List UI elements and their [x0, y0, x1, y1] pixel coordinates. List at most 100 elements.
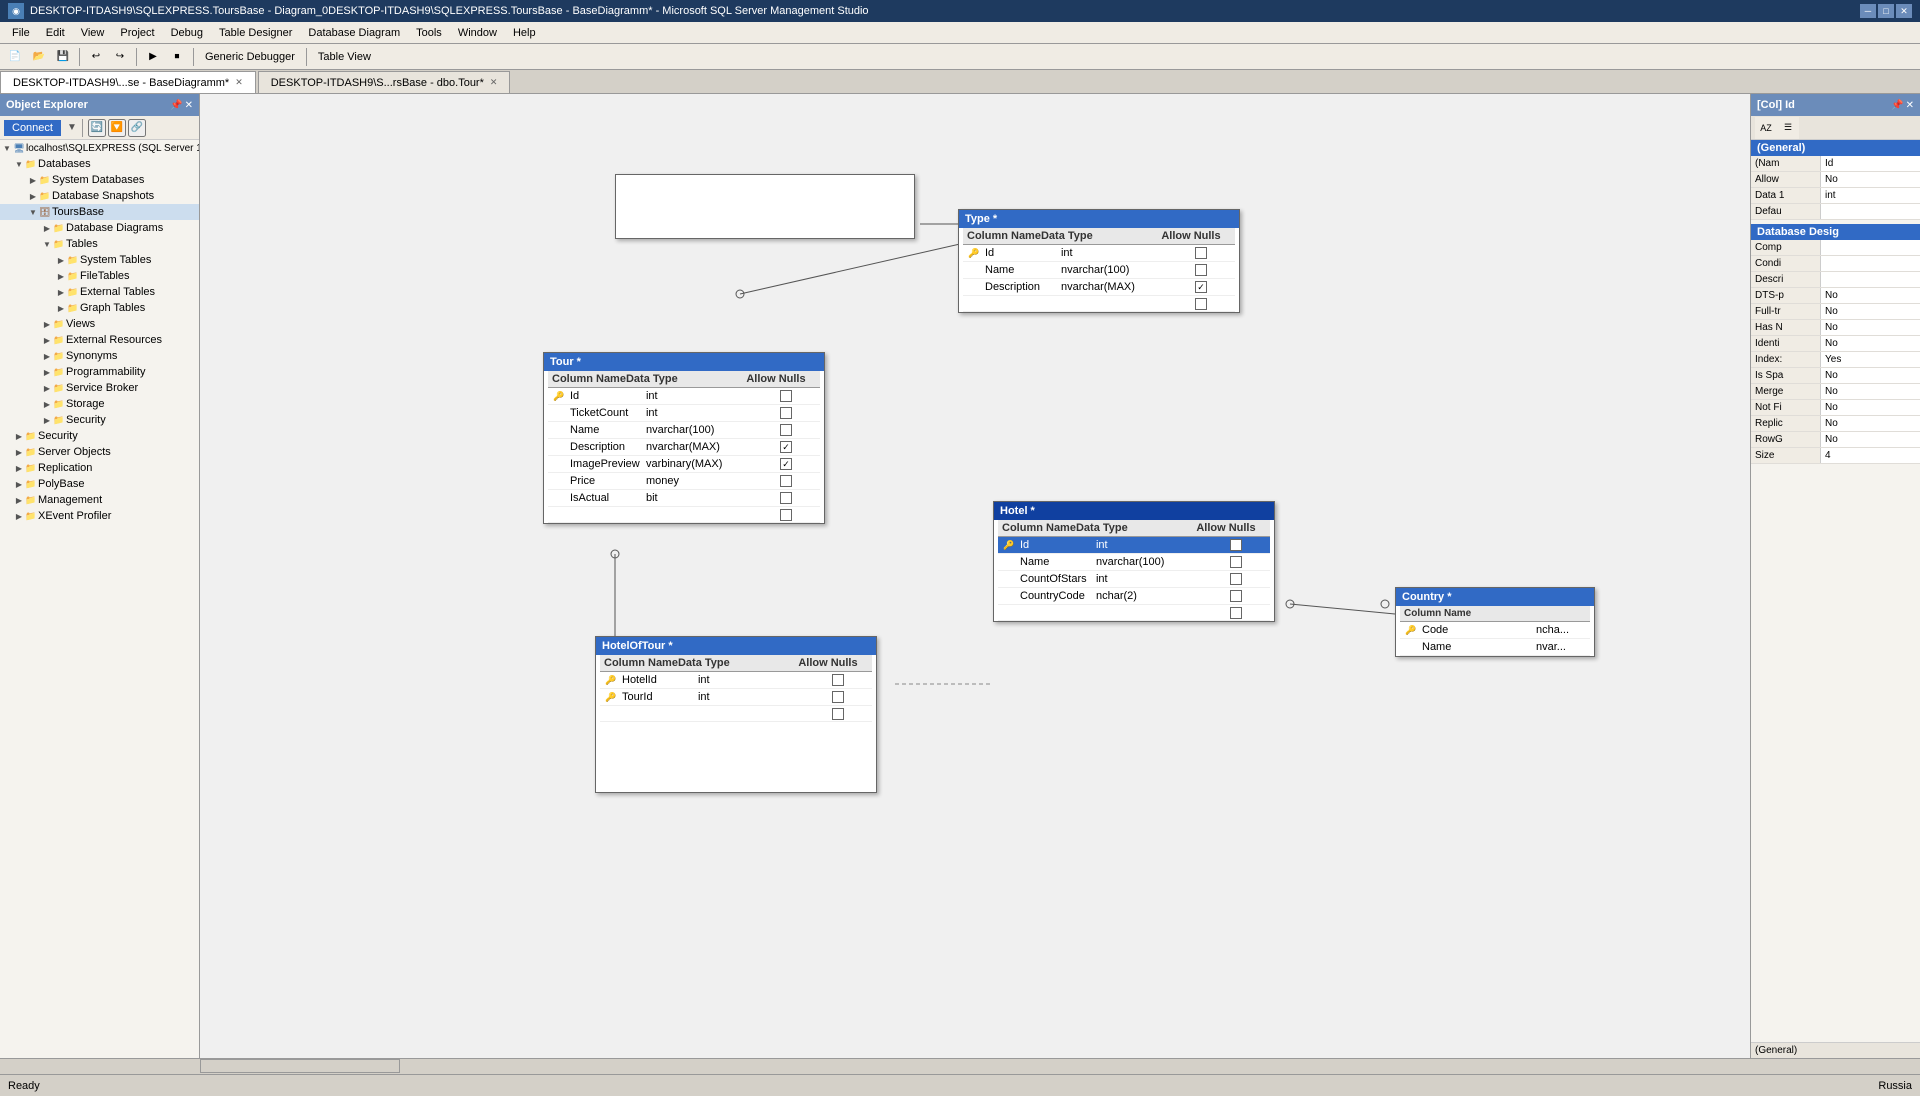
hoteloftour-row-tourid[interactable]: 🔑 TourId int: [600, 689, 872, 706]
hoteloftour-hotelid-checkbox[interactable]: [832, 674, 844, 686]
tree-item-synonyms[interactable]: ▶ 📁 Synonyms: [0, 348, 199, 364]
tree-item-db-diagrams[interactable]: ▶ 📁 Database Diagrams: [0, 220, 199, 236]
maximize-btn[interactable]: □: [1878, 4, 1894, 18]
unnamed-table[interactable]: [615, 174, 915, 239]
hoteloftour-empty-checkbox[interactable]: [832, 708, 844, 720]
tree-item-xevent[interactable]: ▶ 📁 XEvent Profiler: [0, 508, 199, 524]
tb-execute[interactable]: ▶: [142, 46, 164, 68]
tb-open[interactable]: 📂: [28, 46, 50, 68]
h-scrollbar[interactable]: [0, 1058, 1920, 1074]
prop-pin-btn[interactable]: 📌: [1891, 100, 1903, 111]
hoteloftour-table[interactable]: HotelOfTour * Column Name Data Type Allo…: [595, 636, 877, 793]
oe-tree[interactable]: ▼ 🖥 localhost\SQLEXPRESS (SQL Server 14.…: [0, 140, 199, 1058]
tree-item-databases[interactable]: ▼ 📁 Databases: [0, 156, 199, 172]
tour-row-ticketcount[interactable]: TicketCount int: [548, 405, 820, 422]
tour-row-imagepreview[interactable]: ImagePreview varbinary(MAX): [548, 456, 820, 473]
type-desc-checkbox[interactable]: [1195, 281, 1207, 293]
type-table[interactable]: Type * Column Name Data Type Allow Nulls…: [958, 209, 1240, 313]
tour-imagepreview-checkbox[interactable]: [780, 458, 792, 470]
tab-tour-close[interactable]: ✕: [490, 77, 498, 88]
tour-row-name[interactable]: Name nvarchar(100): [548, 422, 820, 439]
tb-save[interactable]: 💾: [52, 46, 74, 68]
menu-view[interactable]: View: [73, 25, 113, 41]
type-empty-checkbox[interactable]: [1195, 298, 1207, 310]
oe-connect-btn[interactable]: Connect: [4, 120, 61, 136]
hoteloftour-row-hotelid[interactable]: 🔑 HotelId int: [600, 672, 872, 689]
menu-window[interactable]: Window: [450, 25, 505, 41]
type-row-id[interactable]: 🔑 Id int: [963, 245, 1235, 262]
tree-item-programmability[interactable]: ▶ 📁 Programmability: [0, 364, 199, 380]
prop-dbdesign-header[interactable]: Database Desig: [1751, 224, 1920, 240]
tree-item-views[interactable]: ▶ 📁 Views: [0, 316, 199, 332]
type-name-checkbox[interactable]: [1195, 264, 1207, 276]
hotel-row-name[interactable]: Name nvarchar(100): [998, 554, 1270, 571]
oe-sync-btn[interactable]: 🔗: [128, 119, 146, 137]
tree-item-toursbase[interactable]: ▼ 🗄 ToursBase: [0, 204, 199, 220]
tree-item-polybase[interactable]: ▶ 📁 PolyBase: [0, 476, 199, 492]
minimize-btn[interactable]: ─: [1860, 4, 1876, 18]
tree-item-sys-tables[interactable]: ▶ 📁 System Tables: [0, 252, 199, 268]
tour-row-isactual[interactable]: IsActual bit: [548, 490, 820, 507]
oe-close-btn[interactable]: ✕: [185, 100, 193, 111]
country-table[interactable]: Country * Column Name 🔑 Code ncha... Nam…: [1395, 587, 1595, 657]
tree-item-service-broker[interactable]: ▶ 📁 Service Broker: [0, 380, 199, 396]
menu-file[interactable]: File: [4, 25, 38, 41]
hotel-name-checkbox[interactable]: [1230, 556, 1242, 568]
menu-edit[interactable]: Edit: [38, 25, 73, 41]
tree-item-filetables[interactable]: ▶ 📁 FileTables: [0, 268, 199, 284]
tour-name-checkbox[interactable]: [780, 424, 792, 436]
h-scrollbar-thumb[interactable]: [200, 1059, 400, 1073]
hotel-row-id[interactable]: 🔑 Id int: [998, 537, 1270, 554]
menu-help[interactable]: Help: [505, 25, 544, 41]
tab-tour[interactable]: DESKTOP-ITDASH9\S...rsBase - dbo.Tour* ✕: [258, 71, 511, 93]
tab-diagram[interactable]: DESKTOP-ITDASH9\...se - BaseDiagramm* ✕: [0, 71, 256, 93]
hotel-row-countrycode[interactable]: CountryCode nchar(2): [998, 588, 1270, 605]
tree-item-ext-tables[interactable]: ▶ 📁 External Tables: [0, 284, 199, 300]
tree-item-management[interactable]: ▶ 📁 Management: [0, 492, 199, 508]
oe-refresh-btn[interactable]: 🔄: [88, 119, 106, 137]
tree-item-server-objects[interactable]: ▶ 📁 Server Objects: [0, 444, 199, 460]
tour-empty-checkbox[interactable]: [780, 509, 792, 521]
prop-az-btn[interactable]: AZ: [1755, 117, 1777, 139]
tree-item-security-db[interactable]: ▶ 📁 Security: [0, 412, 199, 428]
tour-ticketcount-checkbox[interactable]: [780, 407, 792, 419]
tour-price-checkbox[interactable]: [780, 475, 792, 487]
menu-tools[interactable]: Tools: [408, 25, 450, 41]
menu-project[interactable]: Project: [112, 25, 162, 41]
close-btn[interactable]: ✕: [1896, 4, 1912, 18]
tour-table[interactable]: Tour * Column Name Data Type Allow Nulls…: [543, 352, 825, 524]
hotel-id-checkbox[interactable]: [1230, 539, 1242, 551]
tree-item-replication[interactable]: ▶ 📁 Replication: [0, 460, 199, 476]
tour-isactual-checkbox[interactable]: [780, 492, 792, 504]
hotel-empty-checkbox[interactable]: [1230, 607, 1242, 619]
tree-item-security[interactable]: ▶ 📁 Security: [0, 428, 199, 444]
hotel-countofstars-checkbox[interactable]: [1230, 573, 1242, 585]
tree-item-tables[interactable]: ▼ 📁 Tables: [0, 236, 199, 252]
tree-item-storage[interactable]: ▶ 📁 Storage: [0, 396, 199, 412]
hotel-countrycode-checkbox[interactable]: [1230, 590, 1242, 602]
hoteloftour-tourid-checkbox[interactable]: [832, 691, 844, 703]
tb-redo[interactable]: ↪: [109, 46, 131, 68]
prop-cat-btn[interactable]: ☰: [1777, 117, 1799, 139]
country-row-name[interactable]: Name nvar...: [1400, 639, 1590, 656]
tree-item-server[interactable]: ▼ 🖥 localhost\SQLEXPRESS (SQL Server 14.…: [0, 140, 199, 156]
diagram-canvas[interactable]: Type * Column Name Data Type Allow Nulls…: [200, 94, 1750, 1058]
prop-general-header[interactable]: (General): [1751, 140, 1920, 156]
tour-row-price[interactable]: Price money: [548, 473, 820, 490]
hotel-row-countofstars[interactable]: CountOfStars int: [998, 571, 1270, 588]
tree-item-snapshots[interactable]: ▶ 📁 Database Snapshots: [0, 188, 199, 204]
tree-item-graph-tables[interactable]: ▶ 📁 Graph Tables: [0, 300, 199, 316]
type-row-desc[interactable]: Description nvarchar(MAX): [963, 279, 1235, 296]
tab-diagram-close[interactable]: ✕: [235, 77, 243, 88]
type-row-name[interactable]: Name nvarchar(100): [963, 262, 1235, 279]
oe-filter-btn[interactable]: 🔽: [108, 119, 126, 137]
tour-desc-checkbox[interactable]: [780, 441, 792, 453]
tb-stop[interactable]: ⏹: [166, 46, 188, 68]
menu-database-diagram[interactable]: Database Diagram: [300, 25, 408, 41]
type-id-checkbox[interactable]: [1195, 247, 1207, 259]
country-row-code[interactable]: 🔑 Code ncha...: [1400, 622, 1590, 639]
tree-item-sys-db[interactable]: ▶ 📁 System Databases: [0, 172, 199, 188]
tour-row-desc[interactable]: Description nvarchar(MAX): [548, 439, 820, 456]
oe-pin-btn[interactable]: 📌: [170, 100, 182, 111]
prop-close-btn[interactable]: ✕: [1906, 100, 1914, 111]
